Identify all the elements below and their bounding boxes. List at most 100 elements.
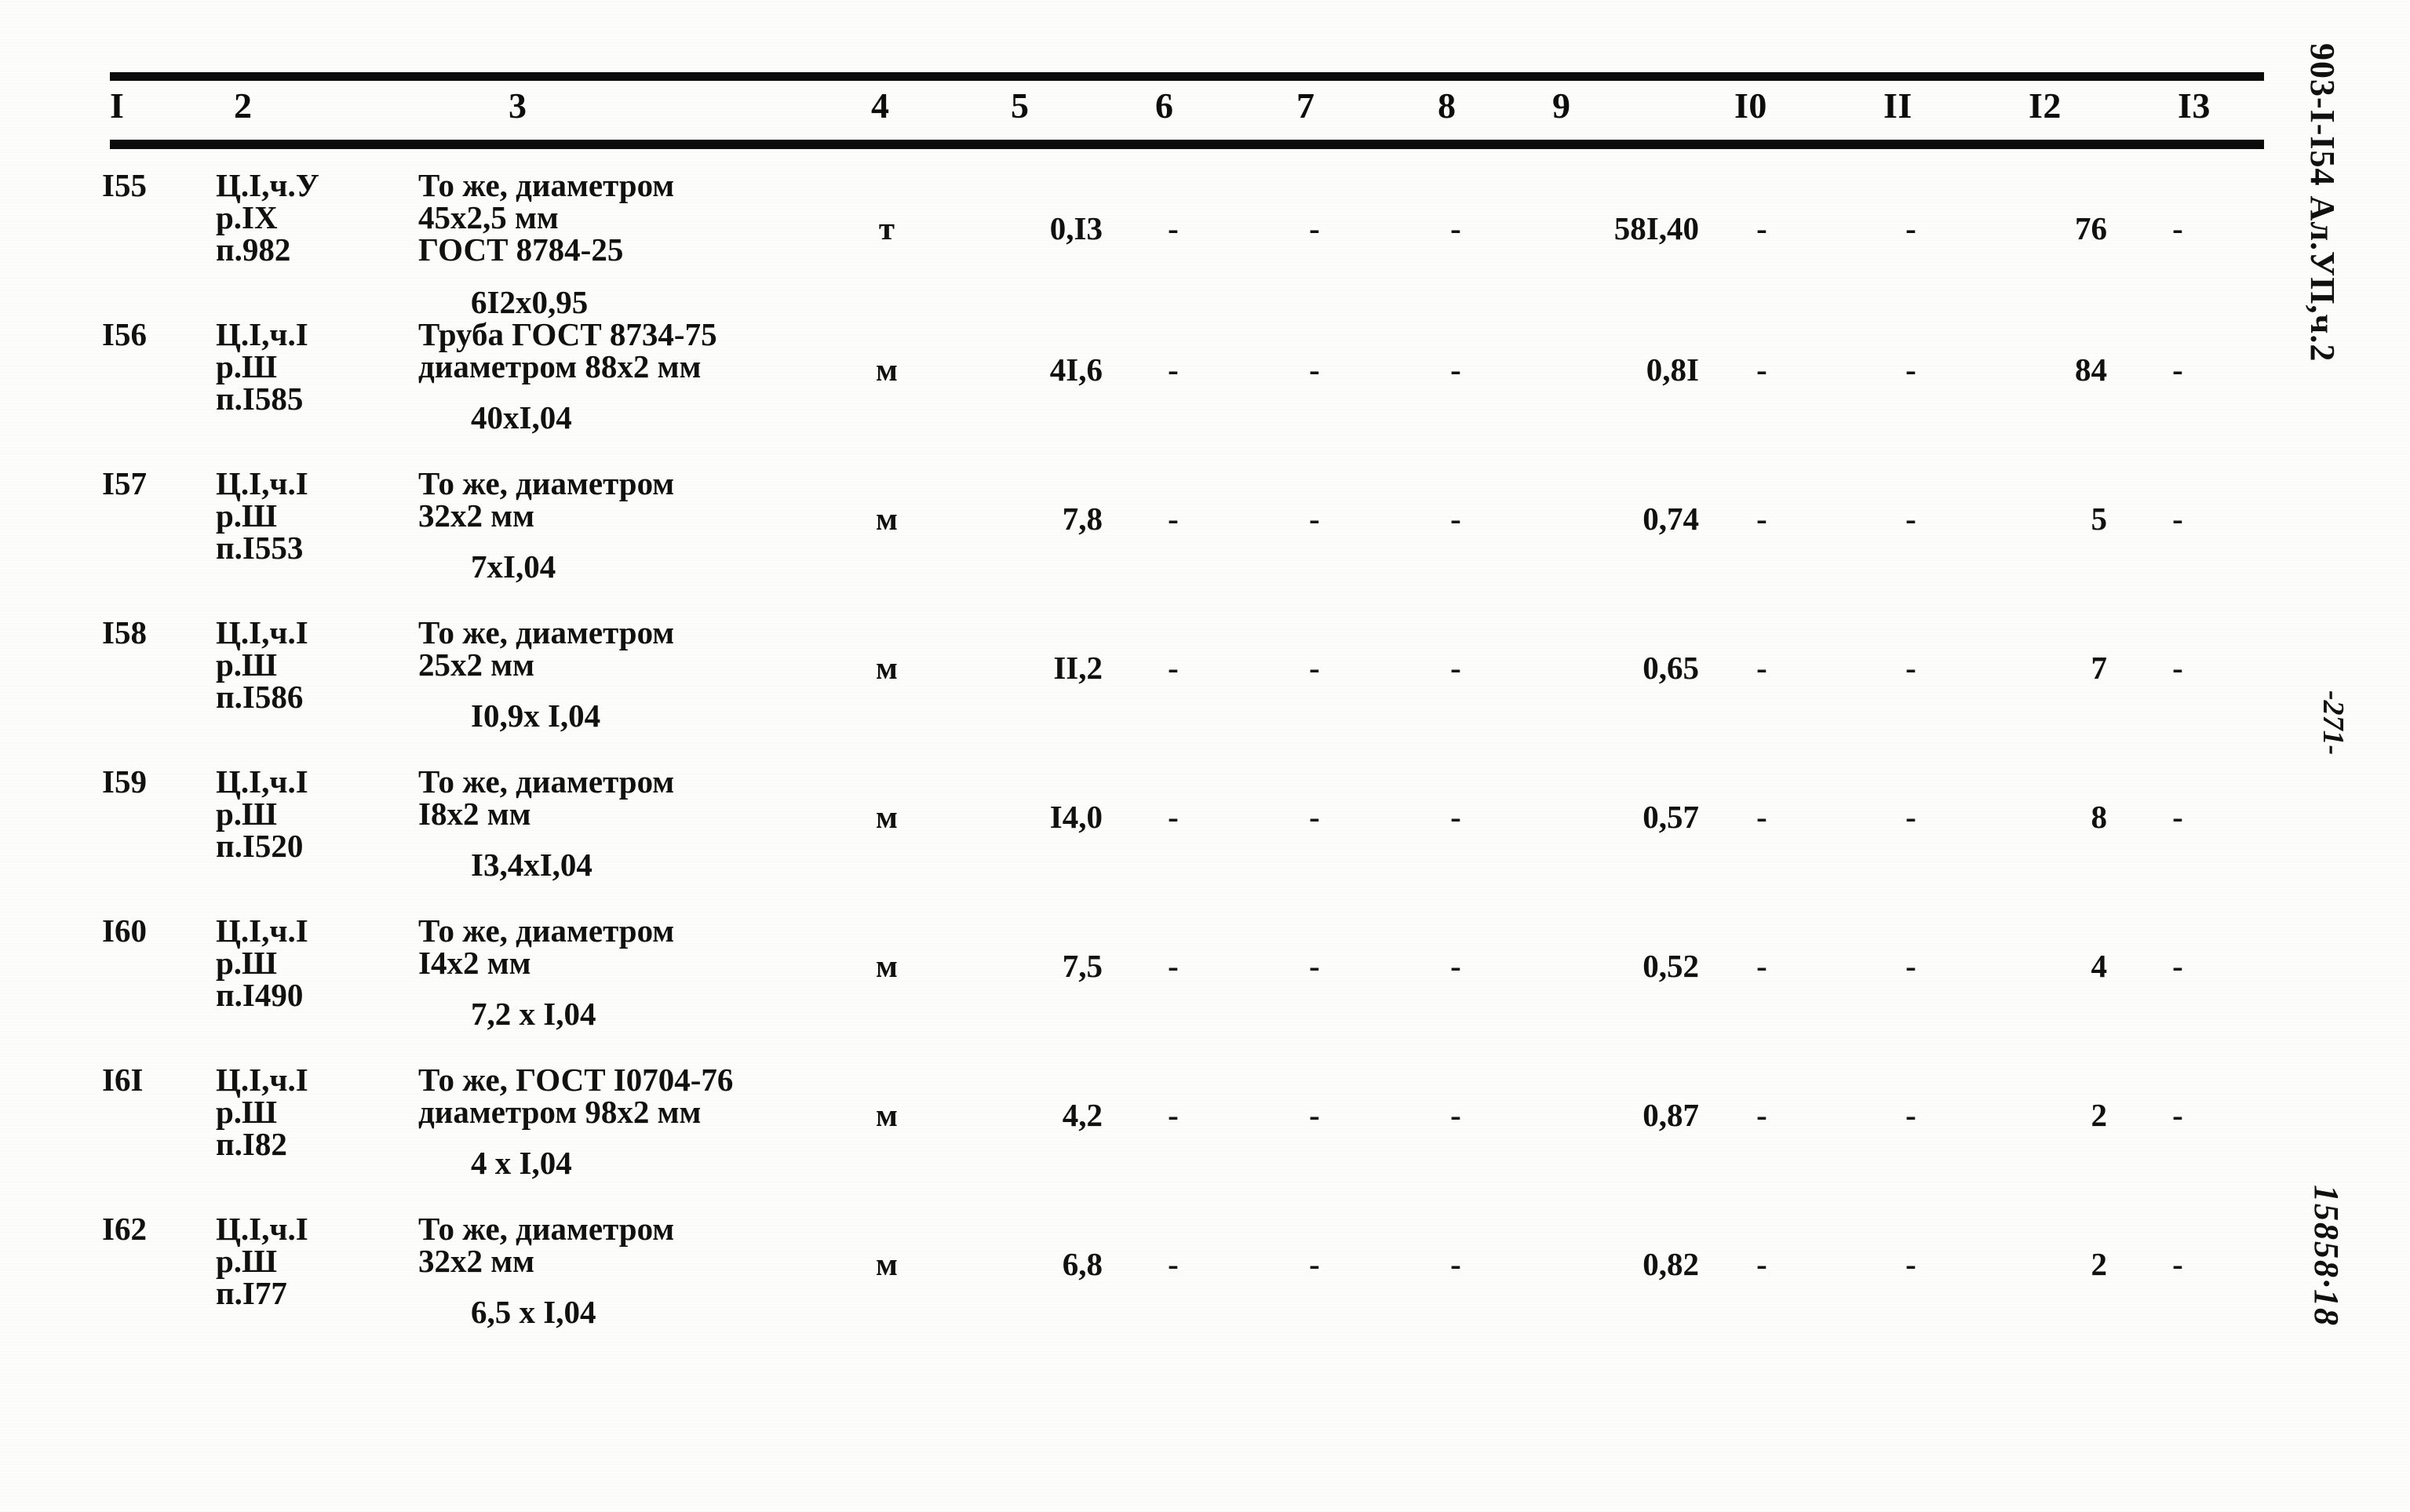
row-quantity: II,2 bbox=[1053, 650, 1103, 686]
row-description-line-1: То же, ГОСТ I0704-76 bbox=[418, 1062, 734, 1098]
row-col12: 76 bbox=[2075, 210, 2107, 246]
row-quantity: 4I,6 bbox=[1049, 352, 1103, 388]
row-col13: - bbox=[2172, 352, 2183, 388]
row-calculation: 40хI,04 bbox=[471, 399, 572, 435]
row-col10: - bbox=[1756, 501, 1767, 537]
row-col8: - bbox=[1450, 210, 1461, 246]
row-quantity: 7,8 bbox=[1062, 501, 1103, 537]
row-description-line-2: I8х2 мм bbox=[418, 796, 531, 832]
row-reference-line-1: Ц.I,ч.I bbox=[216, 763, 308, 800]
row-col6: - bbox=[1168, 650, 1179, 686]
column-header-12: I2 bbox=[2029, 86, 2062, 126]
row-col9: 0,57 bbox=[1643, 799, 1699, 835]
row-col6: - bbox=[1168, 210, 1179, 246]
row-unit: м bbox=[876, 1097, 898, 1133]
row-col8: - bbox=[1450, 650, 1461, 686]
column-header-9: 9 bbox=[1552, 86, 1571, 126]
row-col7: - bbox=[1309, 210, 1320, 246]
column-header-11: II bbox=[1883, 86, 1912, 126]
row-col8: - bbox=[1450, 1246, 1461, 1282]
row-reference-line-2: р.Ш bbox=[216, 1094, 278, 1130]
row-reference-line-1: Ц.I,ч.I bbox=[216, 913, 308, 949]
row-col9: 0,87 bbox=[1643, 1097, 1699, 1133]
row-col6: - bbox=[1168, 948, 1179, 984]
row-col10: - bbox=[1756, 210, 1767, 246]
row-col8: - bbox=[1450, 501, 1461, 537]
row-quantity: 0,I3 bbox=[1049, 210, 1103, 246]
row-col6: - bbox=[1168, 1097, 1179, 1133]
row-calculation: I3,4хI,04 bbox=[471, 847, 592, 883]
row-col8: - bbox=[1450, 948, 1461, 984]
row-reference-line-1: Ц.I,ч.У bbox=[216, 167, 319, 203]
row-reference-line-3: п.I77 bbox=[216, 1275, 287, 1311]
row-quantity: 6,8 bbox=[1062, 1246, 1103, 1282]
document-code-margin: 903-I-I54 Ал.УП,ч.2 bbox=[2303, 43, 2342, 363]
row-col11: - bbox=[1905, 650, 1916, 686]
row-col6: - bbox=[1168, 799, 1179, 835]
row-item-number: I60 bbox=[102, 913, 147, 949]
row-reference-line-2: р.Ш bbox=[216, 1243, 278, 1279]
row-reference-line-3: п.982 bbox=[216, 231, 291, 268]
row-col13: - bbox=[2172, 948, 2183, 984]
row-description-line-1: То же, диаметром bbox=[418, 763, 675, 800]
row-item-number: I62 bbox=[102, 1211, 147, 1247]
row-unit: м bbox=[876, 650, 898, 686]
row-col11: - bbox=[1905, 1097, 1916, 1133]
row-reference-line-2: р.Ш bbox=[216, 647, 278, 683]
row-reference-line-3: п.I586 bbox=[216, 679, 304, 715]
row-unit: т bbox=[878, 210, 895, 246]
row-description-line-3: ГОСТ 8784-25 bbox=[418, 231, 624, 268]
row-calculation: 7,2 х I,04 bbox=[471, 996, 596, 1032]
row-unit: м bbox=[876, 948, 898, 984]
row-col9: 0,8I bbox=[1646, 352, 1699, 388]
column-header-10: I0 bbox=[1734, 86, 1767, 126]
column-header-13: I3 bbox=[2178, 86, 2211, 126]
row-col11: - bbox=[1905, 352, 1916, 388]
row-calculation: 6I2х0,95 bbox=[471, 284, 589, 320]
row-calculation: 4 х I,04 bbox=[471, 1145, 572, 1181]
row-col10: - bbox=[1756, 948, 1767, 984]
row-reference-line-2: р.Ш bbox=[216, 348, 278, 384]
row-col9: 0,74 bbox=[1643, 501, 1699, 537]
column-header-8: 8 bbox=[1438, 86, 1457, 126]
row-col12: 4 bbox=[2091, 948, 2108, 984]
row-reference-line-1: Ц.I,ч.I bbox=[216, 1211, 308, 1247]
row-col6: - bbox=[1168, 352, 1179, 388]
row-description-line-1: То же, диаметром bbox=[418, 167, 675, 203]
row-col12: 2 bbox=[2091, 1097, 2108, 1133]
row-item-number: I55 bbox=[102, 167, 147, 203]
row-col10: - bbox=[1756, 352, 1767, 388]
row-description-line-2: 25х2 мм bbox=[418, 647, 535, 683]
row-reference-line-1: Ц.I,ч.I bbox=[216, 465, 308, 501]
row-reference-line-2: р.Ш bbox=[216, 497, 278, 534]
row-col9: 0,65 bbox=[1643, 650, 1699, 686]
row-description-line-1: Труба ГОСТ 8734-75 bbox=[418, 316, 717, 352]
row-col12: 7 bbox=[2091, 650, 2108, 686]
row-description-line-2: I4х2 мм bbox=[418, 945, 531, 981]
row-item-number: I56 bbox=[102, 316, 147, 352]
row-reference-line-1: Ц.I,ч.I bbox=[216, 614, 308, 650]
row-calculation: 7хI,04 bbox=[471, 548, 556, 585]
row-description-line-2: диаметром 98х2 мм bbox=[418, 1094, 702, 1130]
row-item-number: I57 bbox=[102, 465, 147, 501]
row-col13: - bbox=[2172, 650, 2183, 686]
row-description-line-1: То же, диаметром bbox=[418, 1211, 675, 1247]
row-col13: - bbox=[2172, 1246, 2183, 1282]
row-col10: - bbox=[1756, 1097, 1767, 1133]
row-col11: - bbox=[1905, 948, 1916, 984]
row-reference-line-1: Ц.I,ч.I bbox=[216, 316, 308, 352]
row-col8: - bbox=[1450, 799, 1461, 835]
row-description-line-2: 45х2,5 мм bbox=[418, 199, 559, 235]
table-header-rule bbox=[110, 140, 2264, 149]
row-item-number: I6I bbox=[102, 1062, 144, 1098]
row-col8: - bbox=[1450, 1097, 1461, 1133]
row-col12: 2 bbox=[2091, 1246, 2108, 1282]
row-reference-line-3: п.I490 bbox=[216, 977, 304, 1013]
row-description-line-2: 32х2 мм bbox=[418, 497, 535, 534]
row-calculation: 6,5 х I,04 bbox=[471, 1294, 596, 1330]
column-header-1: I bbox=[110, 86, 125, 126]
row-col8: - bbox=[1450, 352, 1461, 388]
row-unit: м bbox=[876, 799, 898, 835]
column-header-6: 6 bbox=[1155, 86, 1174, 126]
row-description-line-1: То же, диаметром bbox=[418, 614, 675, 650]
